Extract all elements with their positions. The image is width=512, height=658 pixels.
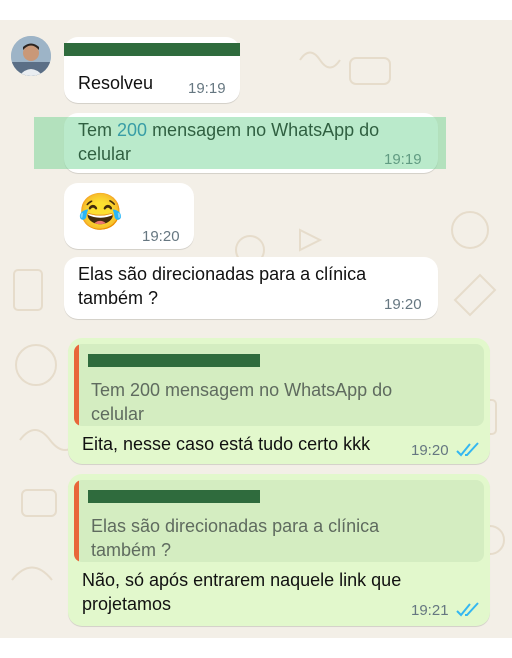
redacted-quoted-sender <box>88 490 260 503</box>
outgoing-message-bubble[interactable]: Elas são direcionadas para a clínica tam… <box>68 474 490 626</box>
message-text: Elas são direcionadas para a clínica tam… <box>78 264 367 308</box>
message-time: 19:20 <box>411 442 449 459</box>
incoming-message-bubble[interactable]: 😂 19:20 <box>64 183 194 249</box>
quoted-text: Elas são direcionadas para a clínica tam… <box>91 516 380 560</box>
redacted-quoted-sender <box>88 354 260 367</box>
message-text: Eita, nesse caso está tudo certo kkk <box>82 434 371 454</box>
message-time: 19:19 <box>188 80 226 97</box>
selection-highlight <box>34 117 446 169</box>
top-edge <box>0 0 512 20</box>
quoted-text: Tem 200 mensagem no WhatsApp do celular <box>91 380 393 424</box>
incoming-message-bubble[interactable]: Resolveu 19:19 <box>64 37 240 103</box>
message-text: Não, só após entrarem naquele link que p… <box>82 570 402 614</box>
quoted-message[interactable]: Elas são direcionadas para a clínica tam… <box>74 480 484 562</box>
quote-accent-bar <box>74 344 79 426</box>
double-check-read-icon <box>456 602 479 617</box>
person-avatar-icon <box>11 36 51 76</box>
quote-accent-bar <box>74 480 79 562</box>
message-time: 19:21 <box>411 602 449 619</box>
double-check-read-icon <box>456 442 479 457</box>
outgoing-message-bubble[interactable]: Tem 200 mensagem no WhatsApp do celular … <box>68 338 490 464</box>
incoming-message-bubble[interactable]: Elas são direcionadas para a clínica tam… <box>64 257 438 319</box>
message-text: Resolveu <box>78 73 154 93</box>
redacted-sender-name <box>64 43 240 56</box>
crying-laughing-emoji: 😂 <box>78 191 123 232</box>
quoted-message[interactable]: Tem 200 mensagem no WhatsApp do celular <box>74 344 484 426</box>
bottom-edge <box>0 638 512 658</box>
message-time: 19:20 <box>142 228 180 245</box>
contact-avatar[interactable] <box>11 36 51 76</box>
message-time: 19:20 <box>384 296 422 313</box>
